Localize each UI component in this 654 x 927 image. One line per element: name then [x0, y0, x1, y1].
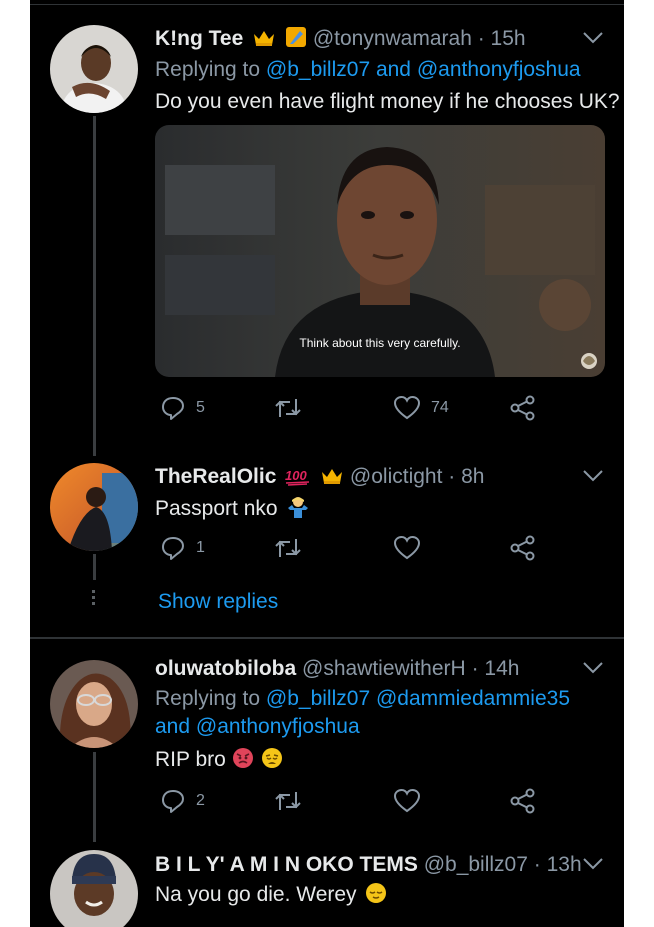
- tweet-media[interactable]: Think about this very carefully.: [155, 125, 605, 377]
- avatar[interactable]: [50, 850, 138, 927]
- tweet-text: Na you go die. Werey: [155, 883, 357, 906]
- tweet-header: oluwatobiloba @shawtiewitherH · 14h: [155, 657, 519, 681]
- retweet-button[interactable]: [273, 788, 313, 814]
- share-icon: [510, 788, 535, 814]
- author-handle[interactable]: @olictight: [350, 465, 443, 488]
- reply-button[interactable]: 5: [160, 395, 205, 421]
- weary-face-emoji: [261, 747, 283, 775]
- tweet-text-row: Na you go die. Werey: [155, 882, 387, 910]
- avatar[interactable]: [50, 660, 138, 748]
- share-button[interactable]: [510, 788, 536, 814]
- tweet-time: · 8h: [448, 465, 485, 488]
- author-name[interactable]: oluwatobiloba: [155, 657, 296, 680]
- retweet-button[interactable]: [273, 535, 313, 561]
- author-handle[interactable]: @shawtiewitherH: [302, 657, 466, 680]
- reply-count: 2: [196, 792, 205, 809]
- author-name[interactable]: K!ng Tee: [155, 27, 243, 50]
- shrug-emoji: [286, 494, 310, 524]
- tweet-actions: 5 74: [160, 395, 560, 429]
- reply-icon: [162, 397, 184, 420]
- replying-to: Replying to @b_billz07 @dammiedammie35: [155, 687, 571, 710]
- mention-link[interactable]: @b_billz07 and @anthonyfjoshua: [266, 58, 581, 81]
- reply-icon: [162, 790, 184, 813]
- tweet-header: K!ng Tee @tonynwamarah · 15h: [155, 26, 526, 54]
- tweet-actions: 1: [160, 535, 560, 569]
- avatar[interactable]: [50, 463, 138, 551]
- tweet-time: · 15h: [477, 27, 526, 50]
- like-button[interactable]: [393, 535, 431, 561]
- author-name[interactable]: B I L Y' A M I N OKO TEMS: [155, 853, 418, 876]
- tweet-text-row: RIP bro: [155, 747, 283, 775]
- mention-link[interactable]: and @anthonyfjoshua: [155, 715, 360, 739]
- tweet-time: · 13h: [533, 853, 582, 876]
- chevron-down-icon[interactable]: [582, 31, 604, 45]
- like-icon: [393, 788, 421, 813]
- reply-icon: [162, 537, 184, 560]
- like-button[interactable]: [393, 788, 431, 814]
- tweet-header: B I L Y' A M I N OKO TEMS @b_billz07 · 1…: [155, 853, 582, 877]
- chevron-down-icon[interactable]: [582, 857, 604, 871]
- replying-to: Replying to @b_billz07 and @anthonyfjosh…: [155, 58, 581, 81]
- retweet-icon: [275, 539, 301, 557]
- share-button[interactable]: [510, 535, 536, 561]
- tweet-text-row: Passport nko: [155, 494, 310, 524]
- angry-face-emoji: [232, 747, 254, 775]
- author-name[interactable]: TheRealOlic: [155, 465, 276, 488]
- svg-text:100: 100: [285, 468, 307, 483]
- tweet-header: TheRealOlic 100 @olictight · 8h: [155, 465, 484, 492]
- like-icon: [393, 535, 421, 560]
- author-handle[interactable]: @tonynwamarah: [313, 27, 472, 50]
- like-icon: [393, 395, 421, 420]
- like-count: 74: [431, 399, 449, 416]
- crown-emoji: [320, 466, 344, 492]
- like-button[interactable]: 74: [393, 395, 449, 421]
- show-replies-link[interactable]: Show replies: [158, 590, 278, 614]
- reply-count: 1: [196, 539, 205, 556]
- top-divider: [30, 4, 624, 5]
- tweet-text: Passport nko: [155, 497, 278, 520]
- reply-count: 5: [196, 399, 205, 416]
- author-handle[interactable]: @b_billz07: [424, 853, 528, 876]
- hundred-emoji: 100: [285, 466, 311, 492]
- mention-link[interactable]: @b_billz07 @dammiedammie35: [266, 687, 570, 710]
- thread-line: [93, 554, 96, 580]
- more-replies-dots: [92, 590, 95, 608]
- crown-emoji: [252, 28, 276, 54]
- reply-button[interactable]: 1: [160, 535, 205, 561]
- thread-line: [93, 752, 96, 842]
- share-icon: [510, 395, 535, 421]
- share-icon: [510, 535, 535, 561]
- chevron-down-icon[interactable]: [582, 661, 604, 675]
- retweet-icon: [275, 399, 301, 417]
- thread-divider: [30, 637, 624, 639]
- tweet-text: Do you even have flight money if he choo…: [155, 90, 620, 113]
- share-button[interactable]: [510, 395, 536, 421]
- tweet-actions: 2: [160, 788, 560, 822]
- media-caption: Think about this very carefully.: [299, 336, 460, 350]
- tweet-time: · 14h: [471, 657, 520, 680]
- thread-line: [93, 116, 96, 456]
- tweet-text: RIP bro: [155, 748, 226, 771]
- chevron-down-icon[interactable]: [582, 469, 604, 483]
- flag-emoji: [285, 26, 307, 54]
- retweet-button[interactable]: [273, 395, 313, 421]
- twitter-thread-screen: K!ng Tee @tonynwamarah · 15h Replying to…: [30, 0, 624, 927]
- retweet-icon: [275, 792, 301, 810]
- avatar[interactable]: [50, 25, 138, 113]
- relieved-face-emoji: [365, 882, 387, 910]
- reply-button[interactable]: 2: [160, 788, 205, 814]
